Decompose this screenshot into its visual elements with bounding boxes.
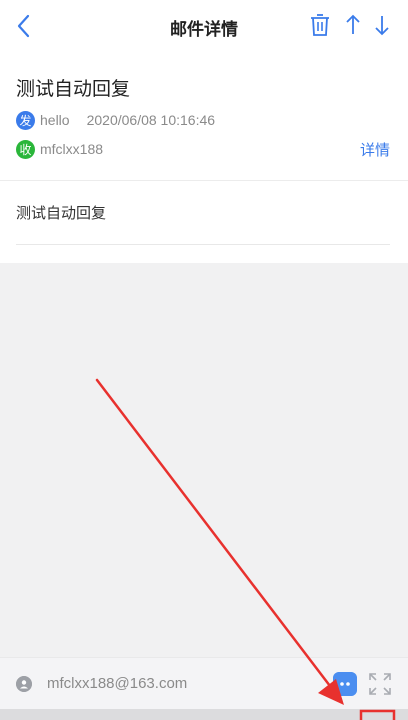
back-icon[interactable] xyxy=(12,12,36,40)
detail-link[interactable]: 详情 xyxy=(360,139,390,160)
avatar-icon xyxy=(16,676,32,692)
mail-header: 测试自动回复 发 hello 2020/06/08 10:16:46 收 mfc… xyxy=(0,52,408,180)
recipient-name[interactable]: mfclxx188 xyxy=(40,141,103,157)
mail-subject: 测试自动回复 xyxy=(16,79,131,100)
bottom-bar: mfclxx188@163.com xyxy=(0,657,408,709)
sender-badge: 发 xyxy=(16,110,35,130)
account-address: mfclxx188@163.com xyxy=(47,675,188,692)
recipient-badge: 收 xyxy=(16,139,35,159)
system-nav-strip xyxy=(0,709,408,720)
sender-row: 发 hello 2020/06/08 10:16:46 xyxy=(16,110,215,130)
expand-icon[interactable] xyxy=(368,672,392,696)
trash-icon[interactable] xyxy=(309,13,331,37)
top-bar: 邮件详情 xyxy=(0,0,408,52)
arrow-up-icon[interactable] xyxy=(342,13,364,37)
chat-icon[interactable] xyxy=(333,672,357,696)
arrow-down-icon[interactable] xyxy=(371,13,393,37)
recipient-row: 收 mfclxx188 xyxy=(16,139,103,159)
mail-body-text: 测试自动回复 xyxy=(16,205,107,222)
sender-name[interactable]: hello xyxy=(40,112,70,128)
divider xyxy=(16,244,390,245)
mail-date: 2020/06/08 10:16:46 xyxy=(86,112,216,128)
mail-body: 测试自动回复 xyxy=(0,181,408,263)
